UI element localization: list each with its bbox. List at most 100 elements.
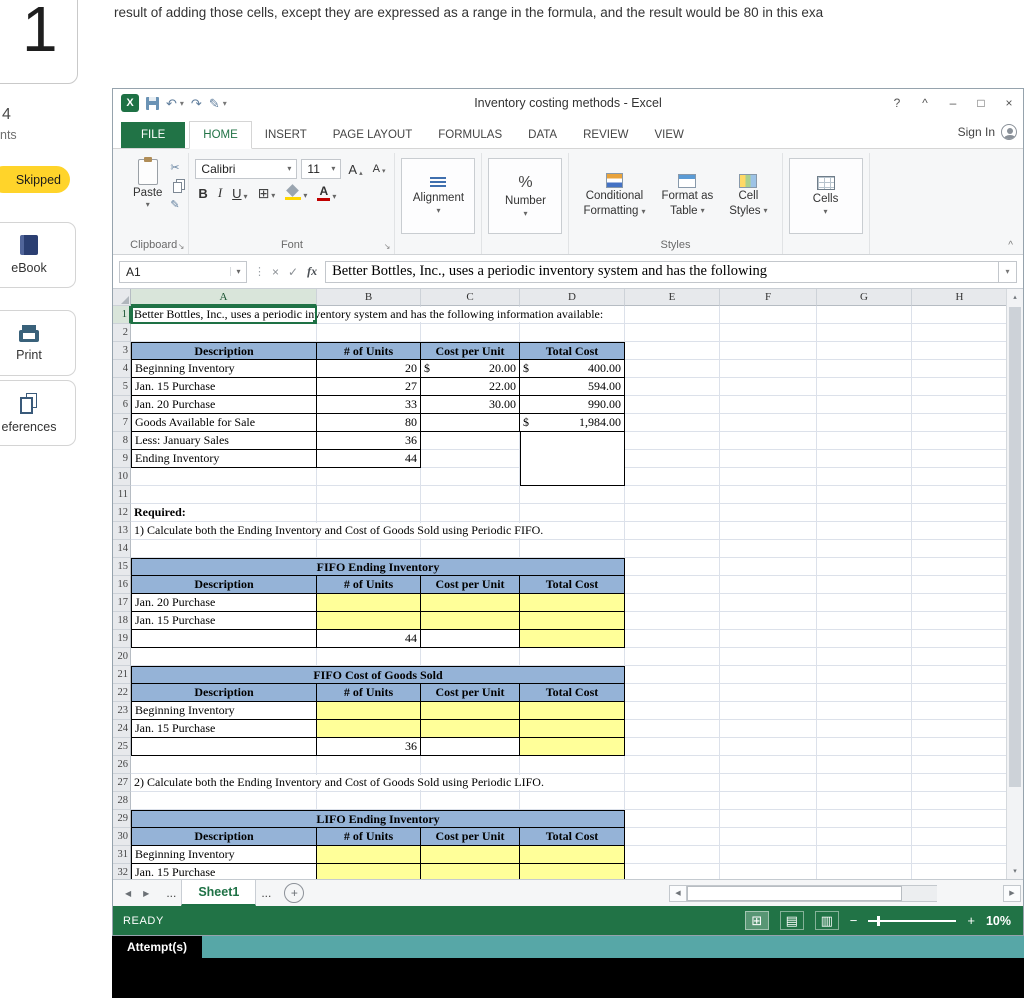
sheet-ellipsis-left[interactable]: ...	[161, 880, 181, 906]
tab-home[interactable]: HOME	[189, 121, 252, 149]
page-layout-view-button[interactable]: ▤	[779, 911, 804, 930]
cell-D22[interactable]: Total Cost	[520, 684, 625, 702]
cell-E12[interactable]	[625, 504, 720, 522]
scroll-right-button[interactable]: ▶	[1003, 884, 1021, 902]
cell-C8[interactable]	[421, 432, 520, 450]
cell-G5[interactable]	[817, 378, 912, 396]
cell-E27[interactable]	[625, 774, 720, 792]
scroll-left-button[interactable]: ◀	[669, 884, 687, 902]
tab-page-layout[interactable]: PAGE LAYOUT	[320, 122, 425, 148]
cell-B3[interactable]: # of Units	[317, 342, 421, 360]
scroll-up-button[interactable]: ▴	[1007, 289, 1023, 305]
cell-F28[interactable]	[720, 792, 817, 810]
cell-G31[interactable]	[817, 846, 912, 864]
cell-F7[interactable]	[720, 414, 817, 432]
cell-G3[interactable]	[817, 342, 912, 360]
cell-A17[interactable]: Jan. 20 Purchase	[131, 594, 317, 612]
cell-E6[interactable]	[625, 396, 720, 414]
cancel-button[interactable]: ×	[272, 265, 279, 279]
column-header-E[interactable]: E	[625, 289, 720, 306]
cell-C22[interactable]: Cost per Unit	[421, 684, 520, 702]
cell-B17[interactable]	[317, 594, 421, 612]
cell-A32[interactable]: Jan. 15 Purchase	[131, 864, 317, 879]
row-header-17[interactable]: 17	[113, 594, 131, 612]
cell-C30[interactable]: Cost per Unit	[421, 828, 520, 846]
cell-H16[interactable]	[912, 576, 1007, 594]
cell-E17[interactable]	[625, 594, 720, 612]
cell-A3[interactable]: Description	[131, 342, 317, 360]
cell-H9[interactable]	[912, 450, 1007, 468]
row-header-1[interactable]: 1	[113, 306, 131, 324]
cell-A24[interactable]: Jan. 15 Purchase	[131, 720, 317, 738]
cell-B25[interactable]: 36	[317, 738, 421, 756]
cell-D8[interactable]	[520, 432, 625, 486]
cell-B2[interactable]	[317, 324, 421, 342]
cell-E2[interactable]	[625, 324, 720, 342]
cell-H18[interactable]	[912, 612, 1007, 630]
cell-G30[interactable]	[817, 828, 912, 846]
cell-G22[interactable]	[817, 684, 912, 702]
cell-D5[interactable]: 594.00	[520, 378, 625, 396]
row-header-16[interactable]: 16	[113, 576, 131, 594]
cell-F5[interactable]	[720, 378, 817, 396]
cell-A14[interactable]	[131, 540, 317, 558]
cell-F24[interactable]	[720, 720, 817, 738]
cell-G16[interactable]	[817, 576, 912, 594]
column-header-G[interactable]: G	[817, 289, 912, 306]
cell-H19[interactable]	[912, 630, 1007, 648]
cell-H3[interactable]	[912, 342, 1007, 360]
cell-F25[interactable]	[720, 738, 817, 756]
cell-F4[interactable]	[720, 360, 817, 378]
cell-C11[interactable]	[421, 486, 520, 504]
customize-qat-dropdown-icon[interactable]: ▾	[223, 99, 227, 108]
cell-C17[interactable]	[421, 594, 520, 612]
cell-A8[interactable]: Less: January Sales	[131, 432, 317, 450]
references-button[interactable]: eferences	[0, 380, 76, 446]
cell-F16[interactable]	[720, 576, 817, 594]
cell-E20[interactable]	[625, 648, 720, 666]
cell-C31[interactable]	[421, 846, 520, 864]
cell-H28[interactable]	[912, 792, 1007, 810]
cell-B26[interactable]	[317, 756, 421, 774]
format-as-table-button[interactable]: Format as Table ▾	[653, 155, 721, 236]
column-header-A[interactable]: A	[131, 289, 317, 306]
cell-C9[interactable]	[421, 450, 520, 468]
cell-A10[interactable]	[131, 468, 317, 486]
cell-G11[interactable]	[817, 486, 912, 504]
cell-E29[interactable]	[625, 810, 720, 828]
cell-E1[interactable]	[625, 306, 720, 324]
horizontal-scrollbar[interactable]: ◀ ▶	[669, 880, 1023, 906]
formula-input[interactable]: Better Bottles, Inc., uses a periodic in…	[325, 260, 999, 283]
cell-G7[interactable]	[817, 414, 912, 432]
cell-C18[interactable]	[421, 612, 520, 630]
cell-B6[interactable]: 33	[317, 396, 421, 414]
sign-in-button[interactable]: Sign In	[958, 124, 1017, 148]
cell-D26[interactable]	[520, 756, 625, 774]
row-header-6[interactable]: 6	[113, 396, 131, 414]
row-header-22[interactable]: 22	[113, 684, 131, 702]
cell-G28[interactable]	[817, 792, 912, 810]
cell-G26[interactable]	[817, 756, 912, 774]
cell-G10[interactable]	[817, 468, 912, 486]
tab-view[interactable]: VIEW	[641, 122, 696, 148]
cell-F20[interactable]	[720, 648, 817, 666]
cell-F15[interactable]	[720, 558, 817, 576]
cell-G27[interactable]	[817, 774, 912, 792]
cell-C20[interactable]	[421, 648, 520, 666]
zoom-level[interactable]: 10%	[986, 914, 1011, 928]
cell-F22[interactable]	[720, 684, 817, 702]
help-button[interactable]: ?	[883, 92, 911, 114]
expand-formula-bar-button[interactable]: ▾	[999, 260, 1017, 283]
cell-A21[interactable]: FIFO Cost of Goods Sold	[131, 666, 625, 684]
cell-D7[interactable]: $1,984.00	[520, 414, 625, 432]
cell-A5[interactable]: Jan. 15 Purchase	[131, 378, 317, 396]
cell-G20[interactable]	[817, 648, 912, 666]
cell-D17[interactable]	[520, 594, 625, 612]
cell-H8[interactable]	[912, 432, 1007, 450]
cell-D25[interactable]	[520, 738, 625, 756]
cell-A27[interactable]: 2) Calculate both the Ending Inventory a…	[131, 774, 546, 792]
cell-B28[interactable]	[317, 792, 421, 810]
tab-review[interactable]: REVIEW	[570, 122, 641, 148]
cell-C7[interactable]	[421, 414, 520, 432]
cell-C5[interactable]: 22.00	[421, 378, 520, 396]
